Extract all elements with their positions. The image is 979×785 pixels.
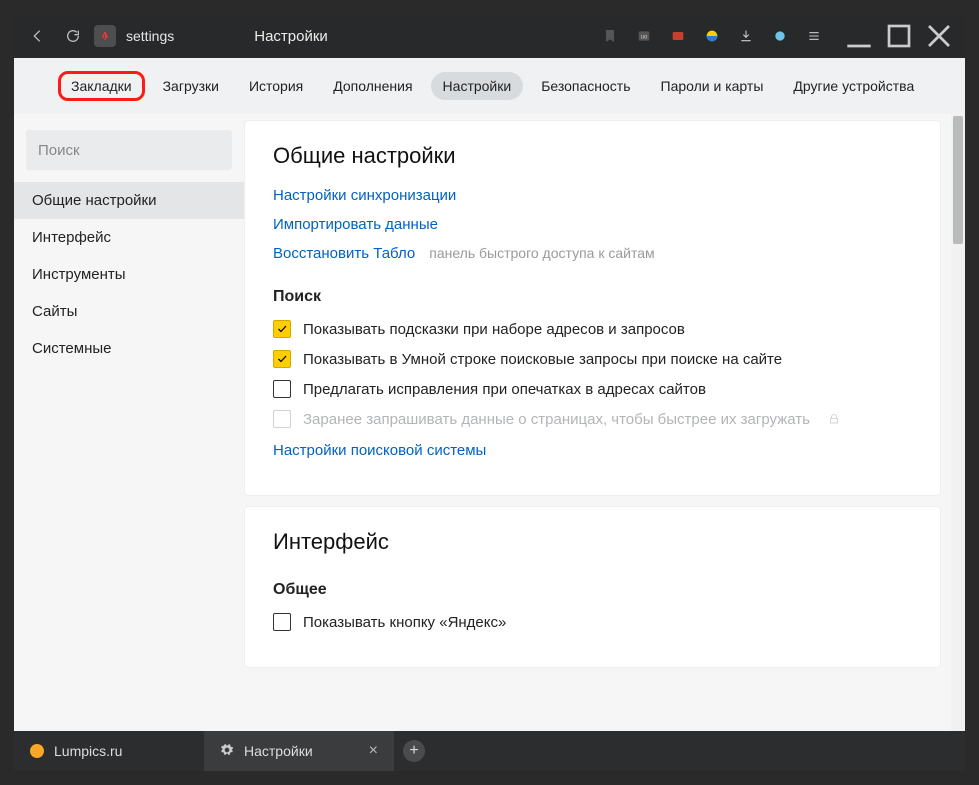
search-option-label-1: Показывать в Умной строке поисковые запр…: [303, 351, 782, 368]
interface-title: Интерфейс: [273, 529, 912, 555]
general-title: Общие настройки: [273, 143, 912, 169]
interface-settings-card: Интерфейс Общее Показывать кнопку «Яндек…: [244, 506, 941, 668]
browser-tab-1[interactable]: Настройки ×: [204, 731, 394, 771]
favicon-icon: [30, 744, 44, 758]
tab-label: Настройки: [244, 743, 313, 759]
restore-speeddial-link[interactable]: Восстановить Табло: [273, 245, 415, 262]
search-option-checkbox-2[interactable]: [273, 380, 291, 398]
tab-label: Lumpics.ru: [54, 743, 122, 759]
settings-top-nav: ЗакладкиЗагрузкиИсторияДополненияНастрой…: [14, 58, 965, 114]
page-title: Настройки: [254, 28, 328, 45]
topnav-item-4[interactable]: Настройки: [431, 72, 524, 100]
topnav-item-0[interactable]: Закладки: [58, 71, 145, 101]
search-option-row-0: Показывать подсказки при наборе адресов …: [273, 320, 912, 338]
search-option-row-1: Показывать в Умной строке поисковые запр…: [273, 350, 912, 368]
search-option-checkbox-3: [273, 410, 291, 428]
topnav-item-6[interactable]: Пароли и карты: [649, 72, 776, 100]
import-data-link[interactable]: Импортировать данные: [273, 216, 438, 233]
restore-note: панель быстрого доступа к сайтам: [429, 245, 654, 261]
profile-icon[interactable]: [763, 19, 797, 53]
ext-circle-icon[interactable]: [695, 19, 729, 53]
browser-tabstrip: Lumpics.ru Настройки × +: [14, 731, 965, 771]
search-section-heading: Поиск: [273, 288, 912, 306]
browser-tab-0[interactable]: Lumpics.ru: [14, 731, 204, 771]
svg-text:uo: uo: [641, 35, 648, 41]
downloads-icon[interactable]: [729, 19, 763, 53]
address-site-icon[interactable]: [94, 25, 116, 47]
back-button[interactable]: [20, 19, 54, 53]
titlebar: settings Настройки uo: [14, 14, 965, 58]
general-settings-card: Общие настройки Настройки синхронизации …: [244, 120, 941, 496]
search-option-checkbox-1[interactable]: [273, 350, 291, 368]
reload-button[interactable]: [56, 19, 90, 53]
lock-icon: [828, 413, 840, 425]
topnav-item-3[interactable]: Дополнения: [321, 72, 424, 100]
sync-settings-link[interactable]: Настройки синхронизации: [273, 187, 456, 204]
settings-sidebar: Поиск Общие настройкиИнтерфейсИнструмент…: [14, 114, 244, 731]
vertical-scrollbar[interactable]: [951, 114, 965, 731]
sidebar-item-0[interactable]: Общие настройки: [14, 182, 244, 219]
bookmark-icon[interactable]: [593, 19, 627, 53]
minimize-button[interactable]: [839, 19, 879, 53]
interface-subsection: Общее: [273, 581, 912, 599]
search-option-label-2: Предлагать исправления при опечатках в а…: [303, 381, 706, 398]
close-tab-icon[interactable]: ×: [369, 742, 378, 760]
gear-icon: [220, 743, 234, 760]
sidebar-item-1[interactable]: Интерфейс: [14, 219, 244, 256]
new-tab-button[interactable]: +: [394, 731, 434, 771]
maximize-button[interactable]: [879, 19, 919, 53]
close-window-button[interactable]: [919, 19, 959, 53]
search-option-checkbox-0[interactable]: [273, 320, 291, 338]
scrollbar-thumb[interactable]: [953, 116, 963, 244]
sidebar-item-2[interactable]: Инструменты: [14, 256, 244, 293]
search-option-label-0: Показывать подсказки при наборе адресов …: [303, 321, 685, 338]
sidebar-item-4[interactable]: Системные: [14, 330, 244, 367]
menu-icon[interactable]: [797, 19, 831, 53]
show-yandex-button-checkbox[interactable]: [273, 613, 291, 631]
search-engine-settings-link[interactable]: Настройки поисковой системы: [273, 442, 486, 459]
topnav-item-1[interactable]: Загрузки: [151, 72, 231, 100]
settings-main: Общие настройки Настройки синхронизации …: [244, 114, 965, 731]
sidebar-search-input[interactable]: Поиск: [26, 130, 232, 170]
show-yandex-button-label: Показывать кнопку «Яндекс»: [303, 614, 506, 631]
ublock-icon[interactable]: uo: [627, 19, 661, 53]
ext-lastfm-icon[interactable]: [661, 19, 695, 53]
sidebar-item-3[interactable]: Сайты: [14, 293, 244, 330]
topnav-item-2[interactable]: История: [237, 72, 315, 100]
search-option-label-3: Заранее запрашивать данные о страницах, …: [303, 411, 810, 428]
search-option-row-2: Предлагать исправления при опечатках в а…: [273, 380, 912, 398]
topnav-item-5[interactable]: Безопасность: [529, 72, 642, 100]
search-option-row-3: Заранее запрашивать данные о страницах, …: [273, 410, 912, 428]
address-text[interactable]: settings: [126, 28, 174, 44]
topnav-item-7[interactable]: Другие устройства: [781, 72, 926, 100]
